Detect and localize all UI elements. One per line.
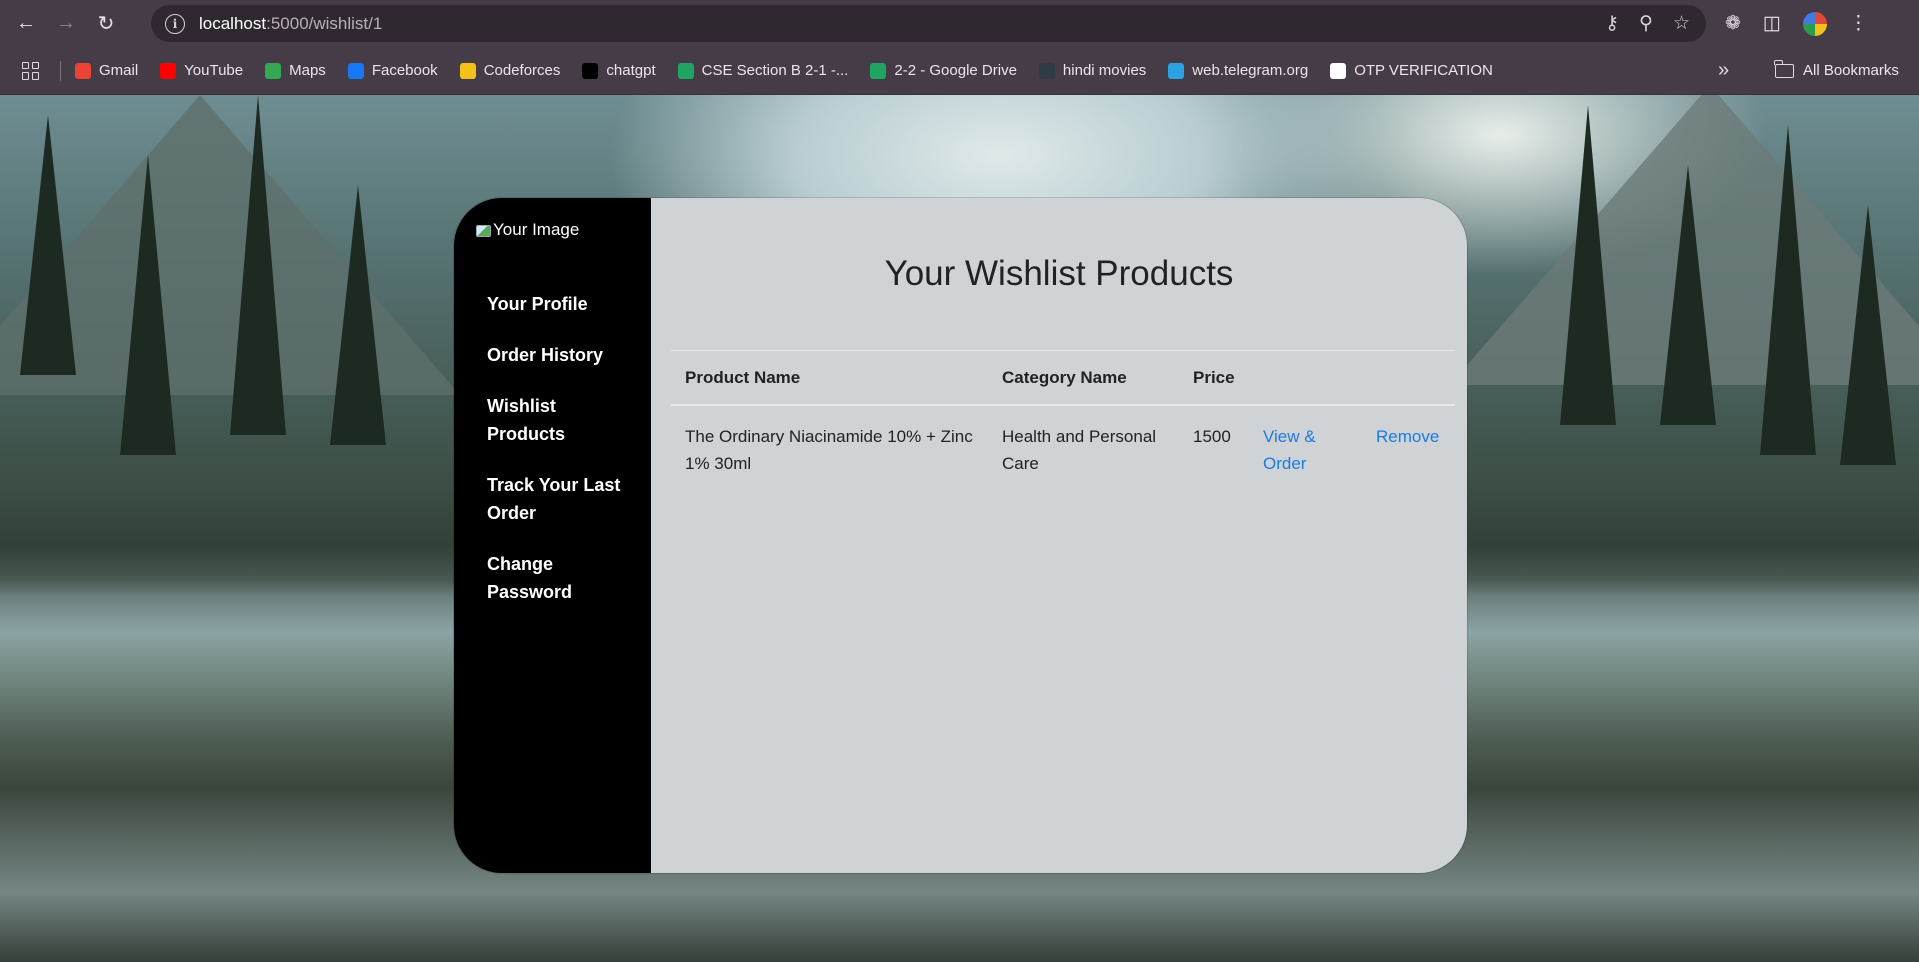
bookmark-item[interactable]: 2-2 - Google Drive — [870, 62, 1017, 79]
browser-toolbar: ← → ↻ i localhost:5000/wishlist/1 ⚷ ⚲ ☆ … — [0, 0, 1919, 47]
profile-image-alt-text: Your Image — [493, 220, 580, 239]
bookmark-label: Gmail — [99, 62, 139, 79]
table-header-row: Product Name Category Name Price — [671, 350, 1455, 406]
all-bookmarks-label: All Bookmarks — [1803, 62, 1899, 79]
tree — [120, 155, 176, 455]
bookmark-item[interactable]: Gmail — [75, 62, 138, 79]
bookmark-item[interactable]: hindi movies — [1038, 62, 1147, 79]
column-header-remove — [1362, 350, 1455, 406]
bookmark-label: OTP VERIFICATION — [1354, 62, 1493, 79]
forward-icon[interactable]: → — [52, 10, 80, 38]
gmail-icon — [75, 62, 91, 79]
column-header-actions — [1249, 350, 1362, 406]
wishlist-table: Product Name Category Name Price The Ord… — [671, 350, 1455, 494]
bookmark-item[interactable]: chatgpt — [582, 62, 656, 79]
category-name-cell: Health and Personal Care — [1002, 427, 1157, 473]
tree — [330, 185, 386, 445]
more-bookmarks-icon[interactable]: » — [1718, 47, 1729, 94]
bookmark-item[interactable]: CSE Section B 2-1 -... — [677, 62, 849, 79]
tree — [1760, 125, 1816, 455]
extensions-puzzle-icon[interactable]: ◫ — [1763, 12, 1781, 35]
sidebar: Your Image Your Profile Order History Wi… — [454, 198, 651, 873]
browser-menu-icon[interactable]: ⋮ — [1849, 12, 1868, 35]
tree — [1660, 165, 1716, 425]
bookmark-label: CSE Section B 2-1 -... — [701, 62, 849, 79]
url-host: localhost — [199, 13, 267, 33]
all-bookmarks-button[interactable]: All Bookmarks — [1774, 47, 1899, 94]
profile-avatar[interactable] — [1802, 11, 1827, 36]
bookmark-item[interactable]: OTP VERIFICATION — [1330, 62, 1493, 79]
page-title: Your Wishlist Products — [884, 254, 1234, 293]
dashboard-card: Your Image Your Profile Order History Wi… — [454, 198, 1467, 873]
reload-icon[interactable]: ↻ — [92, 10, 120, 38]
bookmark-star-icon[interactable]: ☆ — [1673, 12, 1690, 35]
codeforces-icon — [459, 62, 476, 79]
zoom-icon[interactable]: ⚲ — [1639, 12, 1653, 35]
bookmark-item[interactable]: Facebook — [347, 62, 438, 79]
bookmark-item[interactable]: YouTube — [160, 62, 243, 79]
sidebar-item-order-history[interactable]: Order History — [487, 341, 637, 369]
sidebar-item-change-password[interactable]: Change Password — [487, 550, 637, 606]
column-header-product-name: Product Name — [671, 350, 988, 406]
product-name-cell: The Ordinary Niacinamide 10% + Zinc 1% 3… — [685, 427, 973, 473]
price-cell: 1500 — [1193, 427, 1231, 446]
bookmark-label: 2-2 - Google Drive — [894, 62, 1017, 79]
remove-link[interactable]: Remove — [1376, 427, 1439, 446]
bookmark-item[interactable]: Codeforces — [459, 62, 561, 79]
profile-image: Your Image — [476, 220, 579, 240]
tree — [20, 115, 76, 375]
sidebar-item-your-profile[interactable]: Your Profile — [487, 290, 637, 318]
tree — [1840, 205, 1896, 465]
bookmark-label: YouTube — [184, 62, 244, 79]
back-icon[interactable]: ← — [12, 10, 40, 38]
extension-gear-icon[interactable]: ❁ — [1725, 12, 1741, 35]
bookmark-item[interactable]: web.telegram.org — [1168, 62, 1308, 79]
sidebar-item-wishlist-products[interactable]: Wishlist Products — [487, 392, 637, 448]
folder-icon — [1774, 59, 1794, 78]
broken-image-icon — [476, 223, 491, 237]
google-drive-icon — [870, 62, 887, 79]
bookmark-label: Facebook — [371, 62, 438, 79]
bookmark-label: hindi movies — [1062, 62, 1147, 79]
tree — [1560, 105, 1616, 425]
bookmark-label: Maps — [289, 62, 326, 79]
bookmark-label: web.telegram.org — [1192, 62, 1309, 79]
table-row: The Ordinary Niacinamide 10% + Zinc 1% 3… — [671, 405, 1455, 494]
youtube-icon — [160, 62, 177, 79]
maps-icon — [265, 62, 282, 79]
site-info-icon[interactable]: i — [165, 13, 185, 34]
bookmarks-divider — [60, 60, 61, 81]
main-content: Your Wishlist Products Product Name Cate… — [651, 198, 1467, 873]
github-icon — [1330, 62, 1347, 79]
apps-grid-icon[interactable] — [22, 61, 40, 80]
google-drive-icon — [677, 62, 694, 79]
facebook-icon — [347, 62, 364, 79]
sidebar-item-track-last-order[interactable]: Track Your Last Order — [487, 471, 637, 527]
column-header-price: Price — [1179, 350, 1249, 406]
password-key-icon[interactable]: ⚷ — [1605, 12, 1619, 35]
address-bar[interactable]: i localhost:5000/wishlist/1 ⚷ ⚲ ☆ — [151, 5, 1706, 42]
movies-icon — [1038, 62, 1055, 79]
view-and-order-link[interactable]: View & Order — [1263, 427, 1316, 473]
chatgpt-icon — [582, 62, 599, 79]
bookmark-label: Codeforces — [483, 62, 561, 79]
url-text[interactable]: localhost:5000/wishlist/1 — [199, 14, 382, 34]
url-path: :5000/wishlist/1 — [266, 13, 383, 33]
telegram-icon — [1168, 62, 1185, 79]
sidebar-menu: Your Profile Order History Wishlist Prod… — [487, 290, 637, 629]
tree — [230, 95, 286, 435]
bookmark-item[interactable]: Maps — [265, 62, 326, 79]
bookmarks-bar: Gmail YouTube Maps Facebook Codeforces chatgp… — [0, 47, 1919, 95]
column-header-category-name: Category Name — [988, 350, 1179, 406]
bookmark-label: chatgpt — [606, 62, 656, 79]
